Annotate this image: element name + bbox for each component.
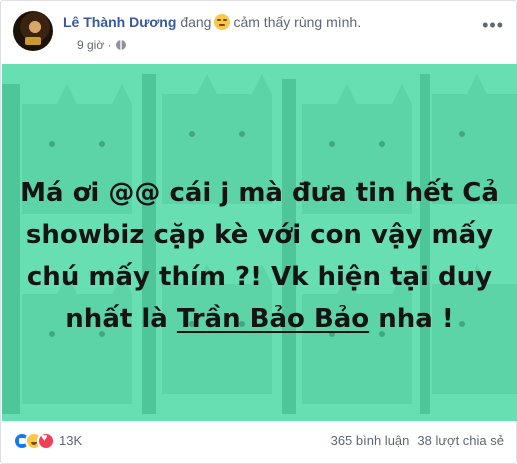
post-image[interactable]: Má ơi @@ cái j mà đưa tin hết Cả showbiz… (2, 64, 517, 421)
more-options-button[interactable]: ••• (482, 15, 504, 36)
relieved-face-icon (214, 14, 231, 30)
post-text-tail: nha ! (369, 304, 454, 334)
mention-link[interactable]: Trần Bảo Bảo (177, 304, 369, 334)
post-header: Lê Thành Dương đang cảm thấy rùng mình. 9… (13, 11, 504, 57)
feeling-text[interactable]: cảm thấy rùng mình. (233, 14, 361, 30)
post-text: Má ơi @@ cái j mà đưa tin hết Cả showbiz… (20, 172, 499, 340)
feeling-prefix: đang (180, 14, 212, 30)
engagement-stats: 365 bình luận 38 lượt chia sẻ (331, 433, 504, 448)
engagement-bar: 13K 365 bình luận 38 lượt chia sẻ (13, 427, 504, 455)
comment-count[interactable]: 365 bình luận (331, 433, 410, 448)
post-meta: 9 giờ · (77, 38, 126, 52)
love-icon (37, 432, 55, 450)
post-time[interactable]: 9 giờ (77, 38, 104, 52)
reaction-count[interactable]: 13K (59, 433, 82, 448)
globe-icon (115, 40, 126, 50)
post-card: Lê Thành Dương đang cảm thấy rùng mình. 9… (0, 0, 517, 464)
avatar-badge (25, 37, 41, 45)
author-line: Lê Thành Dương đang cảm thấy rùng mình. (63, 14, 361, 30)
author-name[interactable]: Lê Thành Dương (63, 14, 176, 30)
author-avatar[interactable] (13, 11, 53, 51)
share-count[interactable]: 38 lượt chia sẻ (417, 433, 504, 448)
